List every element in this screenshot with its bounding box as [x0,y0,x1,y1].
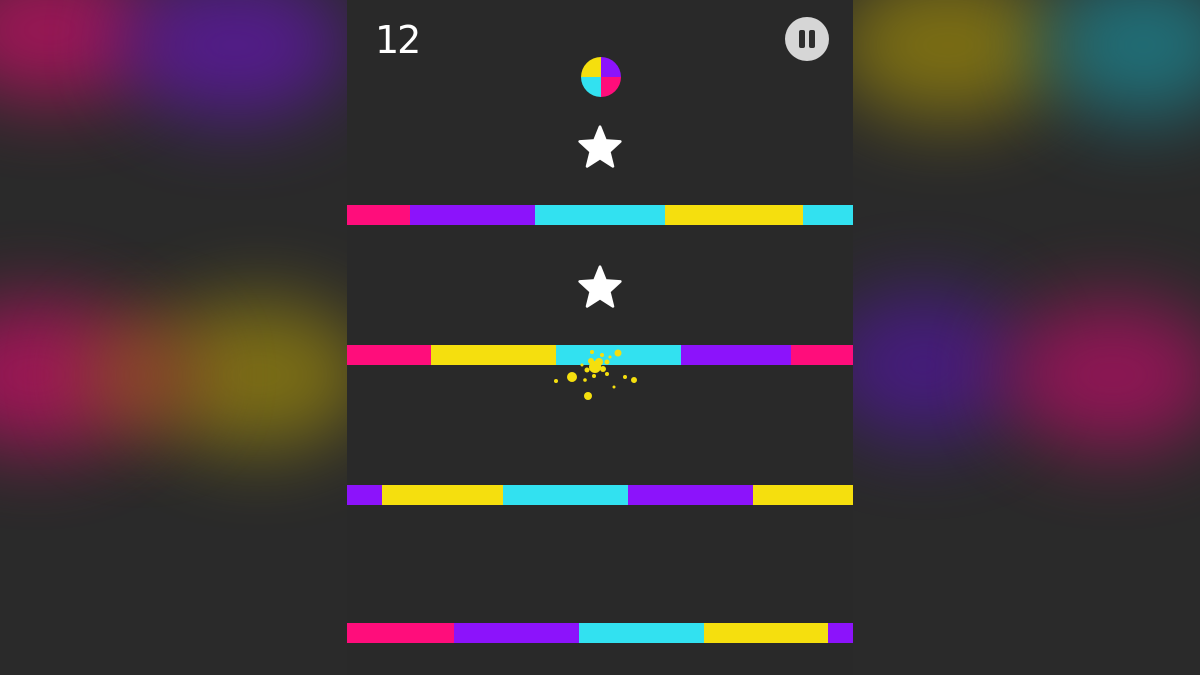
bar-segment [579,623,704,643]
bar-segment [665,205,803,225]
star-icon [578,125,622,168]
pause-icon [799,30,805,48]
bar-segment [347,205,410,225]
color-bar-4 [347,623,853,643]
star-icon [578,265,622,308]
bar-segment [704,623,828,643]
bar-segment [431,345,556,365]
bar-segment [535,205,665,225]
color-bar-3 [347,485,853,505]
bar-segment [347,485,382,505]
bar-segment [410,205,535,225]
playfield[interactable]: 12 [347,0,853,675]
game-screen[interactable]: 12 [0,0,1200,675]
blurred-background-right [853,0,1200,675]
bar-segment [753,485,853,505]
player-ball-burst [554,349,637,400]
bar-segment [454,623,579,643]
pause-button[interactable] [785,17,829,61]
bar-segment [828,623,853,643]
bar-segment [503,485,628,505]
blurred-background-left [0,0,347,675]
bar-segment [681,345,791,365]
bar-segment [628,485,753,505]
bar-segment [382,485,503,505]
bar-segment [791,345,853,365]
color-switcher-icon [581,57,621,97]
bar-segment [347,345,431,365]
bar-segment [347,623,454,643]
color-bar-1 [347,205,853,225]
score-counter: 12 [375,18,421,62]
bar-segment [803,205,853,225]
